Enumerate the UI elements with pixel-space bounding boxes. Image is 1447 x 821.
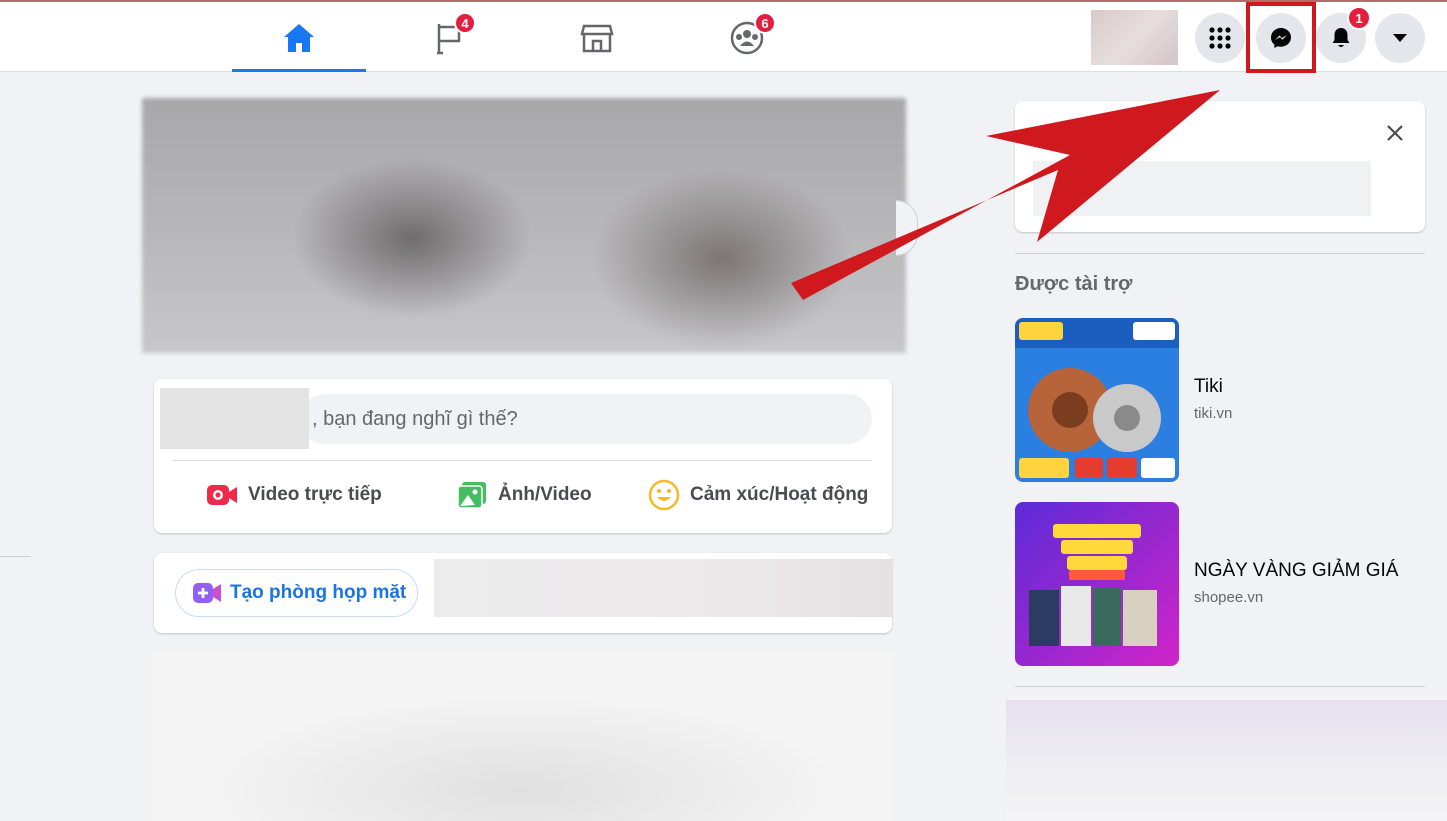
ad-domain: shopee.vn [1194, 589, 1264, 606]
ad-item[interactable]: NGÀY VÀNG GIẢM GIÁ shopee.vn [1015, 502, 1435, 666]
top-navigation-bar: 4 6 1 [0, 0, 1447, 72]
tab-marketplace[interactable] [530, 4, 664, 72]
ad-image-tiki[interactable] [1015, 318, 1179, 482]
groups-badge: 6 [754, 12, 776, 34]
caret-down-icon [1393, 34, 1407, 42]
stories-area[interactable] [142, 98, 906, 353]
live-video-icon [207, 485, 237, 505]
rooms-contacts[interactable] [434, 559, 892, 617]
tab-home[interactable] [232, 4, 366, 72]
feeling-button[interactable]: Cảm xúc/Hoạt động [648, 475, 868, 515]
create-room-button[interactable]: Tạo phòng họp mặt [175, 569, 418, 617]
photo-video-label: Ảnh/Video [498, 484, 592, 505]
ad-item[interactable]: Tiki tiki.vn [1015, 318, 1435, 482]
ad-title: Tiki [1194, 376, 1223, 397]
messenger-icon [1271, 28, 1291, 48]
feed-post[interactable] [152, 650, 892, 821]
right-panel-card [1015, 101, 1425, 232]
photo-icon [457, 482, 486, 509]
photo-video-button[interactable]: Ảnh/Video [456, 475, 592, 515]
messenger-button[interactable] [1256, 13, 1306, 63]
composer-input[interactable]: , bạn đang nghĩ gì thế? [300, 394, 872, 444]
feeling-label: Cảm xúc/Hoạt động [690, 484, 869, 505]
contacts-area[interactable] [1006, 700, 1447, 821]
feeling-icon [648, 479, 680, 511]
menu-button[interactable] [1195, 13, 1245, 63]
left-divider [0, 556, 31, 557]
sponsored-heading: Được tài trợ [1015, 273, 1133, 295]
video-plus-icon [193, 583, 221, 603]
account-button[interactable] [1375, 13, 1425, 63]
sidebar-divider [1015, 253, 1425, 254]
create-room-label: Tạo phòng họp mặt [230, 582, 407, 603]
tab-pages[interactable]: 4 [382, 4, 516, 72]
composer-placeholder: , bạn đang nghĩ gì thế? [312, 407, 518, 430]
grid-menu-icon [1209, 27, 1231, 49]
live-video-label: Video trực tiếp [248, 484, 382, 505]
tab-groups[interactable]: 6 [680, 4, 814, 72]
stories-next-button[interactable] [896, 200, 918, 256]
live-video-button[interactable]: Video trực tiếp [206, 475, 382, 515]
profile-shortcut[interactable] [1091, 10, 1178, 65]
ad-title: NGÀY VÀNG GIẢM GIÁ [1194, 560, 1399, 581]
pages-badge: 4 [454, 12, 476, 34]
close-button[interactable] [1381, 119, 1409, 147]
rooms-bar: Tạo phòng họp mặt [154, 553, 892, 633]
ad-domain: tiki.vn [1194, 405, 1233, 422]
right-panel-content[interactable] [1033, 161, 1371, 216]
ad-image-shopee[interactable] [1015, 502, 1179, 666]
home-icon [284, 24, 314, 52]
post-composer: , bạn đang nghĩ gì thế? Video trực tiếp … [154, 379, 892, 533]
store-icon [580, 24, 614, 53]
close-icon [1387, 125, 1403, 141]
avatar[interactable] [160, 388, 309, 449]
sidebar-divider [1015, 686, 1425, 687]
composer-divider [173, 460, 872, 461]
notifications-badge: 1 [1347, 6, 1371, 30]
bell-icon [1332, 28, 1350, 47]
